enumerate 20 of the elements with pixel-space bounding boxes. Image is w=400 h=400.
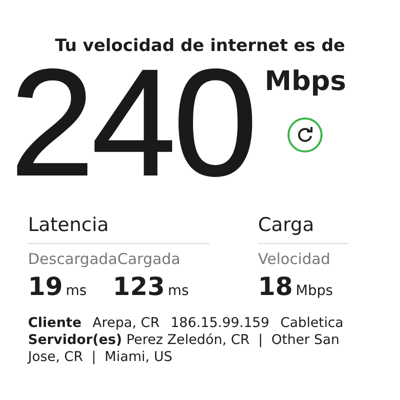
metric-unit: ms [168,283,189,299]
section-title: Carga [258,214,348,244]
refresh-icon[interactable] [287,117,324,153]
headline: Tu velocidad de internet es de [54,36,346,56]
metric-label: Descargada [28,250,118,268]
speed-value: 240 [10,58,255,188]
metric-label: Velocidad [258,250,330,268]
client-info: Cabletica [280,315,344,332]
speed-unit: Mbps [264,66,346,97]
metric-label: Cargada [117,250,180,268]
metric-value: 18 [258,272,293,301]
client-label: Cliente [28,315,82,332]
client-info: 186.15.99.159 [170,315,270,332]
server-list: Servidor(es) Perez Zeledón, CR | Other San Jose, CR | Miami, US [28,332,372,366]
metric-unit: ms [66,283,87,299]
metric-unit: Mbps [296,283,333,299]
client-info: Arepa, CR [92,315,160,332]
metric-value: 123 [112,272,165,301]
section-title: Latencia [28,214,210,244]
metric-value: 19 [28,272,63,301]
